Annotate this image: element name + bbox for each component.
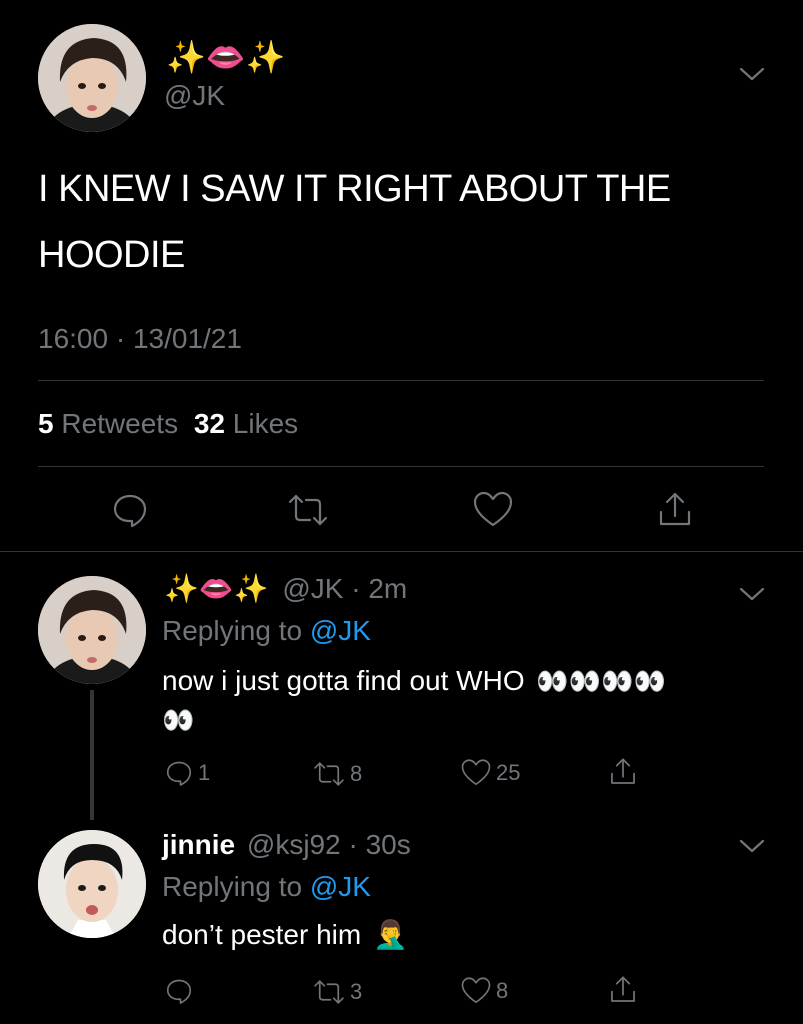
like-action[interactable]: 25 (460, 758, 520, 788)
timestamp[interactable]: 16:00 · 13/01/21 (38, 322, 242, 356)
like-count: 25 (496, 760, 521, 785)
reply-text-body: don’t pester him (162, 919, 362, 950)
engagement-stats: 5 Retweets 32 Likes (38, 407, 298, 441)
retweet-count: 3 (350, 979, 363, 1004)
display-name[interactable]: ✨👄✨ (164, 572, 269, 605)
handle-time[interactable]: @ksj92 · 30s (247, 829, 411, 860)
handle-time[interactable]: @JK · 2m (282, 573, 407, 604)
avatar[interactable] (38, 576, 146, 684)
retweet-action[interactable]: 8 (312, 760, 362, 788)
display-name[interactable]: jinnie (162, 829, 235, 860)
reply-text: now i just gotta find out WHO 👀👀👀👀 (162, 664, 666, 699)
retweets-label[interactable]: Retweets (61, 408, 178, 439)
like-count: 8 (496, 978, 509, 1003)
avatar[interactable] (38, 24, 146, 132)
tweet-text: I KNEW I SAW IT RIGHT ABOUT THE (38, 168, 671, 210)
chevron-down-icon[interactable] (738, 66, 766, 82)
replying-prefix: Replying to (162, 615, 303, 646)
like-action[interactable]: 8 (460, 976, 508, 1006)
reply-icon (164, 976, 194, 1006)
reply-action[interactable] (164, 976, 198, 1006)
reply-text-body: now i just gotta find out WHO (162, 665, 525, 696)
handle[interactable]: @JK (164, 80, 225, 112)
chevron-down-icon[interactable] (738, 838, 766, 854)
retweet-icon[interactable] (286, 492, 330, 528)
eyes-emoji: 👀👀👀👀 (536, 667, 666, 697)
thread-line (90, 690, 94, 820)
replying-handle-link[interactable]: @JK (310, 871, 371, 902)
eyes-emoji-line2: 👀 (162, 706, 195, 736)
replying-handle-link[interactable]: @JK (310, 615, 371, 646)
divider (0, 551, 803, 552)
replying-prefix: Replying to (162, 871, 303, 902)
share-icon[interactable] (656, 490, 694, 530)
display-name[interactable]: ✨👄✨ (166, 38, 286, 76)
retweet-count: 8 (350, 761, 363, 786)
avatar[interactable] (38, 830, 146, 938)
replying-to: Replying to @JK (162, 870, 371, 904)
retweet-icon (312, 760, 346, 788)
retweet-icon (312, 978, 346, 1006)
like-icon[interactable] (472, 490, 514, 530)
reply-header: jinnie @ksj92 · 30s (162, 828, 411, 862)
reply-action[interactable]: 1 (164, 758, 210, 788)
like-icon (460, 976, 492, 1006)
likes-label[interactable]: Likes (233, 408, 298, 439)
replying-to: Replying to @JK (162, 614, 371, 648)
share-icon[interactable] (608, 756, 638, 788)
reply-icon (164, 758, 194, 788)
divider (38, 380, 764, 381)
reply-count: 1 (198, 760, 211, 785)
divider (38, 466, 764, 467)
reply-text: don’t pester him 🤦‍♂️ (162, 918, 408, 952)
chevron-down-icon[interactable] (738, 586, 766, 602)
retweets-count[interactable]: 5 (38, 408, 54, 439)
tweet-text-line2: HOODIE (38, 234, 185, 276)
like-icon (460, 758, 492, 788)
facepalm-emoji: 🤦‍♂️ (373, 918, 408, 951)
share-icon[interactable] (608, 974, 638, 1006)
likes-count[interactable]: 32 (194, 408, 225, 439)
retweet-action[interactable]: 3 (312, 978, 362, 1006)
reply-icon[interactable] (110, 490, 150, 530)
reply-header: ✨👄✨ @JK · 2m (164, 572, 407, 606)
